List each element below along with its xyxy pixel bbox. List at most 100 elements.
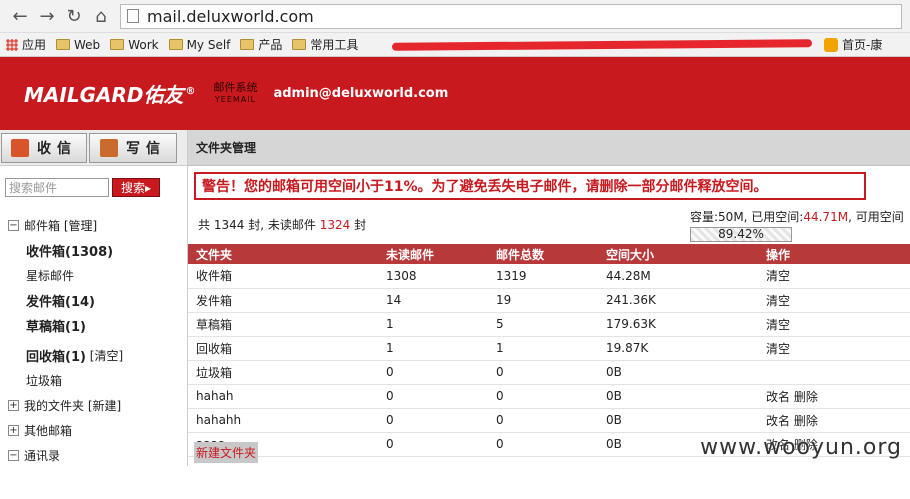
cell-unread: 1 xyxy=(378,336,488,361)
cell-size: 0B xyxy=(598,384,758,409)
home-page-icon xyxy=(824,37,838,52)
cell-total: 0 xyxy=(488,408,598,433)
bookmark-tools[interactable]: 常用工具 xyxy=(292,36,358,53)
table-row: 垃圾箱 0 0 0B xyxy=(188,360,910,385)
cell-name[interactable]: hahah xyxy=(188,384,378,409)
tree-mailbox[interactable]: − 邮件箱 [管理] xyxy=(8,213,187,238)
cell-name[interactable]: 垃圾箱 xyxy=(188,360,378,385)
quota-bar: 89.42% xyxy=(690,227,792,242)
table-row: 发件箱 14 19 241.36K 清空 xyxy=(188,288,910,313)
folder-icon xyxy=(56,39,71,50)
manage-link[interactable]: [管理] xyxy=(64,217,97,234)
cell-unread: 0 xyxy=(378,384,488,409)
watermark: www.wooyun.org xyxy=(700,435,902,460)
cell-name[interactable]: 发件箱 xyxy=(188,288,378,313)
tree-other-mailbox[interactable]: + 其他邮箱 xyxy=(8,418,187,443)
app-header: MAILGARD佑友 ® 邮件系统 YEEMAIL admin@deluxworl… xyxy=(0,57,910,130)
cell-name[interactable]: 回收箱 xyxy=(188,336,378,361)
search-input[interactable]: 搜索邮件 xyxy=(5,178,109,197)
compose-button[interactable]: 写信 xyxy=(89,133,177,163)
cell-action[interactable]: 清空 xyxy=(758,288,910,313)
cell-total: 19 xyxy=(488,288,598,313)
folder-icon xyxy=(168,39,183,50)
cell-size: 0B xyxy=(598,408,758,433)
col-action: 操作 xyxy=(758,244,910,264)
new-folder-button[interactable]: 新建文件夹 xyxy=(194,442,259,463)
collapse-icon[interactable]: − xyxy=(8,220,19,231)
cell-action[interactable]: 改名 删除 xyxy=(758,384,910,409)
cell-size: 0B xyxy=(598,360,758,385)
tree-drafts[interactable]: 草稿箱(1) xyxy=(8,313,187,338)
cell-name[interactable]: 草稿箱 xyxy=(188,312,378,337)
cell-unread: 0 xyxy=(378,432,488,457)
triangle-right-icon: ▸ xyxy=(144,180,152,195)
empty-trash-link[interactable]: [清空] xyxy=(90,347,123,364)
cell-unread: 14 xyxy=(378,288,488,313)
page-title: 文件夹管理 xyxy=(188,130,910,166)
collapse-icon[interactable]: − xyxy=(8,450,19,461)
tree-contacts[interactable]: − 通讯录 xyxy=(8,443,187,468)
tree-trash[interactable]: 回收箱(1) [清空] xyxy=(8,343,187,368)
col-unread: 未读邮件 xyxy=(378,244,488,264)
folder-icon xyxy=(240,39,255,50)
cell-total: 1 xyxy=(488,336,598,361)
bookmark-myself[interactable]: My Self xyxy=(168,38,230,52)
mail-counts: 共 1344 封, 未读邮件 1324 封 xyxy=(198,218,367,232)
address-bar[interactable]: mail.deluxworld.com xyxy=(120,3,902,29)
url-text: mail.deluxworld.com xyxy=(147,6,314,26)
table-header: 文件夹 未读邮件 邮件总数 空间大小 操作 xyxy=(188,244,910,264)
cell-action[interactable]: 清空 xyxy=(758,336,910,361)
cell-total: 0 xyxy=(488,360,598,385)
bookmark-homepage[interactable]: 首页-康 xyxy=(816,36,882,53)
reload-icon[interactable]: ↻ xyxy=(62,4,86,28)
table-row: 收件箱 1308 1319 44.28M 清空 xyxy=(188,264,910,289)
forward-arrow-icon[interactable]: → xyxy=(35,4,59,28)
folder-icon xyxy=(292,39,307,50)
tree-starred[interactable]: 星标邮件 xyxy=(8,263,187,288)
cell-action[interactable] xyxy=(758,360,910,385)
sublogo: 邮件系统 YEEMAIL xyxy=(213,80,258,104)
tree-my-folders[interactable]: + 我的文件夹 [新建] xyxy=(8,393,187,418)
table-row: hahah 0 0 0B 改名 删除 xyxy=(188,384,910,409)
action-buttons: 收信 写信 xyxy=(0,130,187,166)
bookmark-work[interactable]: Work xyxy=(110,38,159,52)
compose-pen-icon xyxy=(100,139,118,157)
bookmark-web[interactable]: Web xyxy=(56,38,100,52)
table-row: 草稿箱 1 5 179.63K 清空 xyxy=(188,312,910,337)
cell-size: 19.87K xyxy=(598,336,758,361)
bookmark-products[interactable]: 产品 xyxy=(240,36,282,53)
cell-name[interactable]: hahahh xyxy=(188,408,378,433)
inbox-download-icon xyxy=(11,139,29,157)
home-icon[interactable]: ⌂ xyxy=(89,4,113,28)
expand-icon[interactable]: + xyxy=(8,400,19,411)
cell-total: 0 xyxy=(488,432,598,457)
cell-action[interactable]: 改名 删除 xyxy=(758,408,910,433)
cell-size: 179.63K xyxy=(598,312,758,337)
cell-size: 44.28M xyxy=(598,264,758,289)
main-content: 文件夹管理 警告！您的邮箱可用空间小于11%。为了避免丢失电子邮件，请删除一部分… xyxy=(188,130,910,466)
new-folder-link[interactable]: [新建] xyxy=(88,397,121,414)
cell-total: 5 xyxy=(488,312,598,337)
bookmark-apps[interactable]: 应用 xyxy=(6,36,46,53)
page-icon xyxy=(127,9,139,23)
tree-sent[interactable]: 发件箱(14) xyxy=(8,288,187,313)
cell-unread: 1308 xyxy=(378,264,488,289)
cell-action[interactable]: 清空 xyxy=(758,312,910,337)
cell-total: 1319 xyxy=(488,264,598,289)
tree-inbox[interactable]: 收件箱(1308) xyxy=(8,238,187,263)
cell-action[interactable]: 清空 xyxy=(758,264,910,289)
search-button[interactable]: 搜索 ▸ xyxy=(112,178,160,197)
cell-size: 241.36K xyxy=(598,288,758,313)
browser-toolbar: ← → ↻ ⌂ mail.deluxworld.com xyxy=(0,0,910,33)
bookmarks-bar: 应用 Web Work My Self 产品 常用工具 首页-康 xyxy=(0,33,910,57)
receive-button[interactable]: 收信 xyxy=(1,133,87,163)
cell-name[interactable]: 收件箱 xyxy=(188,264,378,289)
redaction-mark xyxy=(391,39,813,51)
table-row: hahahh 0 0 0B 改名 删除 xyxy=(188,408,910,433)
cell-unread: 0 xyxy=(378,360,488,385)
expand-icon[interactable]: + xyxy=(8,425,19,436)
back-arrow-icon[interactable]: ← xyxy=(8,4,32,28)
cell-unread: 1 xyxy=(378,312,488,337)
tree-junk[interactable]: 垃圾箱 xyxy=(8,368,187,393)
col-total: 邮件总数 xyxy=(488,244,598,264)
